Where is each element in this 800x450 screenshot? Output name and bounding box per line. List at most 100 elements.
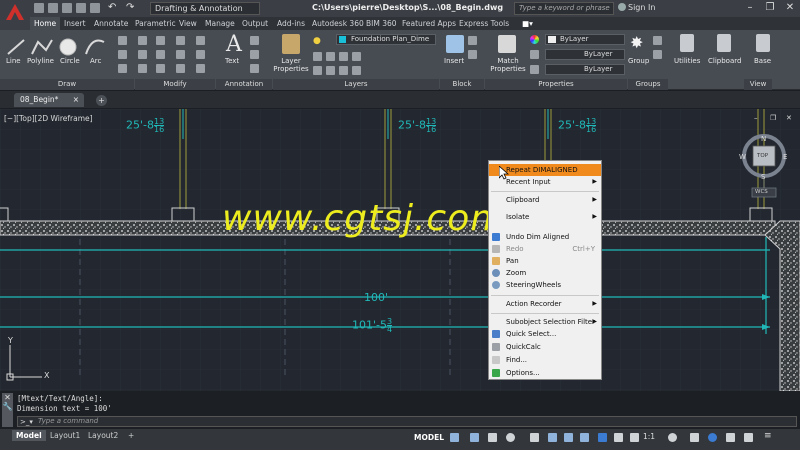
layout-tab-layout1[interactable]: Layout1	[46, 430, 84, 441]
menu-isolate[interactable]: Isolate ▶	[489, 211, 601, 223]
wcs-menu[interactable]: WCS	[755, 189, 768, 195]
search-input[interactable]: Type a keyword or phrase	[514, 2, 614, 15]
snap-mode-icon[interactable]	[470, 433, 479, 442]
minimize-button[interactable]: –	[740, 1, 760, 15]
polyline-tool-button[interactable]: Polyline	[27, 57, 54, 65]
menu-clipboard[interactable]: Clipboard ▶	[489, 194, 601, 206]
layout-tab-layout2[interactable]: Layout2	[84, 430, 122, 441]
dimension-text-top-3[interactable]: 25'-8 13 16	[558, 118, 597, 134]
group-icon[interactable]: ✸	[630, 33, 643, 52]
drawing-canvas[interactable]	[0, 109, 800, 391]
ungroup-icon[interactable]	[653, 36, 662, 45]
save-icon[interactable]	[62, 3, 72, 13]
annotation-scale-icon[interactable]	[630, 433, 639, 442]
hardware-acceleration-icon[interactable]	[726, 433, 735, 442]
fillet-icon[interactable]	[176, 50, 185, 59]
file-tab-08-begin[interactable]: 08_Begin* ×	[14, 93, 84, 107]
trim-icon[interactable]	[176, 36, 185, 45]
viewcube-top-label[interactable]: TOP	[757, 153, 768, 159]
save-as-icon[interactable]	[76, 3, 86, 13]
circle-tool-button[interactable]: Circle	[60, 57, 80, 65]
tab-autodesk-360[interactable]: Autodesk 360	[308, 17, 368, 30]
group-button[interactable]: Group	[628, 57, 649, 65]
color-wheel-icon[interactable]	[530, 35, 539, 44]
add-layout-button[interactable]: +	[124, 430, 138, 441]
menu-pan[interactable]: Pan	[489, 255, 601, 267]
model-space-button[interactable]: MODEL	[413, 432, 445, 444]
menu-action-recorder[interactable]: Action Recorder ▶	[489, 298, 601, 310]
match-properties-button[interactable]: Match Properties	[490, 57, 526, 73]
group-edit-icon[interactable]	[653, 50, 662, 59]
insert-button[interactable]: Insert	[444, 57, 464, 65]
dimension-text-100[interactable]: 100'	[364, 291, 388, 304]
menu-subobject-filter[interactable]: Subobject Selection Filter ▶	[489, 316, 601, 328]
grid-display-icon[interactable]	[450, 433, 459, 442]
restore-button[interactable]: ❐	[760, 1, 780, 15]
viewport-minimize-icon[interactable]: –	[754, 114, 758, 122]
layer-previous-icon[interactable]	[326, 66, 335, 75]
dimension-icon[interactable]	[250, 36, 259, 45]
move-icon[interactable]	[138, 36, 147, 45]
linetype-dropdown[interactable]: ByLayer	[545, 49, 625, 60]
erase-icon[interactable]	[196, 36, 205, 45]
panel-modify[interactable]: Modify	[135, 79, 215, 90]
viewport-restore-icon[interactable]: ❐	[770, 114, 776, 122]
dimension-text-101[interactable]: 101'-5 3 4	[352, 318, 393, 334]
tab-bim-360[interactable]: BIM 360	[362, 17, 401, 30]
viewcube-west[interactable]: W	[739, 153, 746, 161]
annotation-visibility-icon[interactable]	[598, 433, 607, 442]
viewcube-south[interactable]: S	[761, 173, 765, 181]
clipboard-icon[interactable]	[717, 34, 731, 52]
arc-tool-button[interactable]: Arc	[90, 57, 101, 65]
dimension-text-top-1[interactable]: 25'-8 13 16	[126, 118, 165, 134]
annotation-scale-value[interactable]: 1:1	[643, 432, 655, 441]
application-menu-button[interactable]	[0, 0, 30, 30]
open-file-icon[interactable]	[48, 3, 58, 13]
match-properties-icon[interactable]	[498, 35, 516, 53]
edit-block-icon[interactable]	[468, 50, 477, 59]
plot-icon[interactable]	[90, 3, 100, 13]
file-tab-close-icon[interactable]: ×	[73, 93, 79, 107]
panel-view[interactable]: View	[744, 79, 772, 90]
new-file-icon[interactable]	[34, 3, 44, 13]
menu-redo[interactable]: Redo Ctrl+Y	[489, 243, 601, 255]
leader-icon[interactable]	[250, 50, 259, 59]
scale-icon[interactable]	[156, 64, 165, 73]
layer-walk-icon[interactable]	[339, 66, 348, 75]
ribbon-display-toggle-icon[interactable]: ■▾	[518, 17, 537, 30]
panel-block[interactable]: Block	[440, 79, 484, 90]
new-tab-button[interactable]: +	[96, 95, 107, 106]
command-close-icon[interactable]: ✕	[2, 393, 13, 402]
isolate-objects-icon[interactable]	[708, 433, 717, 442]
menu-find[interactable]: Find...	[489, 354, 601, 366]
line-tool-button[interactable]: Line	[6, 57, 21, 65]
layer-state-icon[interactable]	[313, 52, 322, 61]
command-input[interactable]: Type a command	[17, 416, 797, 427]
rotate-icon[interactable]	[156, 36, 165, 45]
insert-block-icon[interactable]	[446, 35, 464, 53]
tab-insert[interactable]: Insert	[60, 17, 90, 30]
menu-options[interactable]: Options...	[489, 367, 601, 379]
layer-lock-icon[interactable]	[352, 66, 361, 75]
layer-dropdown[interactable]: Foundation Plan_Dime	[336, 34, 436, 45]
viewport-close-icon[interactable]: ✕	[786, 114, 792, 122]
utilities-button[interactable]: Utilities	[674, 57, 700, 65]
layer-properties-button[interactable]: Layer Properties	[273, 57, 309, 73]
calculator-icon[interactable]	[680, 34, 694, 52]
panel-draw[interactable]: Draw	[0, 79, 134, 90]
base-icon[interactable]	[756, 34, 770, 52]
tab-home[interactable]: Home	[30, 17, 61, 30]
array-icon[interactable]	[176, 64, 185, 73]
lightbulb-icon[interactable]: ●	[313, 36, 321, 46]
redo-icon[interactable]: ↷	[126, 3, 136, 13]
hatch-icon[interactable]	[118, 50, 127, 59]
copy-icon[interactable]	[138, 50, 147, 59]
base-button[interactable]: Base	[754, 57, 771, 65]
layer-properties-icon[interactable]	[282, 34, 300, 54]
tab-express-tools[interactable]: Express Tools	[455, 17, 513, 30]
ortho-mode-icon[interactable]	[488, 433, 497, 442]
tab-add-ins[interactable]: Add-ins	[273, 17, 309, 30]
panel-groups[interactable]: Groups	[628, 79, 668, 90]
customization-menu-icon[interactable]: ≡	[764, 431, 772, 441]
viewport-controls-label[interactable]: [−][Top][2D Wireframe]	[4, 114, 93, 123]
